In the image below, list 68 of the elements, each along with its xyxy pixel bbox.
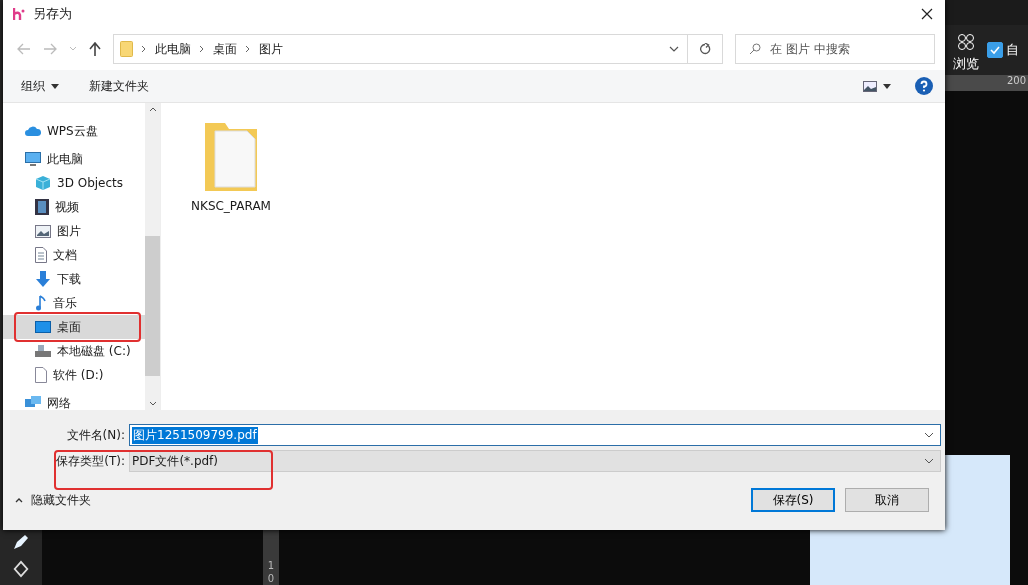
document-icon — [35, 247, 47, 263]
chevron-right-icon — [245, 45, 251, 53]
sidebar-item[interactable]: 此电脑 — [3, 147, 145, 171]
folder-icon — [120, 41, 133, 57]
monitor-icon — [25, 152, 41, 166]
new-folder-button[interactable]: 新建文件夹 — [89, 77, 149, 95]
music-note-icon — [35, 295, 47, 311]
sidebar-item[interactable]: 音乐 — [3, 291, 145, 315]
refresh-icon — [699, 43, 711, 55]
ruler-number: 0 — [267, 572, 275, 585]
cube-icon — [35, 175, 51, 191]
sidebar-item[interactable]: 下载 — [3, 267, 145, 291]
save-button[interactable]: 保存(S) — [751, 488, 835, 512]
help-icon[interactable] — [915, 77, 933, 95]
ruler-number: 200 — [1006, 75, 1026, 88]
film-icon — [35, 199, 49, 215]
chevron-right-icon — [141, 45, 147, 53]
pen-nib-icon — [11, 560, 31, 578]
chevron-down-icon[interactable] — [148, 401, 157, 406]
caret-down-icon[interactable] — [883, 83, 891, 89]
sidebar-item[interactable]: 视频 — [3, 195, 145, 219]
chevron-down-icon[interactable] — [669, 46, 679, 52]
checkbox[interactable] — [987, 42, 1003, 58]
chevron-up-icon — [15, 497, 23, 503]
drive-icon — [35, 345, 51, 357]
view-icon[interactable] — [863, 80, 877, 92]
address-bar[interactable]: 此电脑 桌面 图片 — [113, 34, 723, 64]
sidebar-item[interactable]: 桌面 — [3, 315, 145, 339]
monitor-icon — [35, 321, 51, 333]
chevron-right-icon — [199, 45, 205, 53]
scrollbar[interactable] — [145, 103, 160, 410]
cloud-icon — [25, 126, 41, 136]
chevron-down-icon[interactable] — [924, 458, 934, 464]
cancel-button[interactable]: 取消 — [845, 488, 929, 512]
caret-down-icon[interactable] — [51, 83, 59, 89]
organize-menu[interactable]: 组织 — [21, 77, 45, 95]
chevron-up-icon[interactable] — [148, 107, 157, 112]
window-title: 另存为 — [33, 5, 72, 23]
close-icon[interactable] — [921, 8, 933, 20]
folder-item[interactable]: NKSC_PARAM — [189, 121, 273, 213]
down-arrow-icon — [35, 271, 51, 287]
picture-icon — [35, 224, 51, 238]
file-name-field[interactable]: 图片1251509799.pdf — [129, 424, 941, 446]
app-logo-icon — [13, 7, 25, 21]
hide-folders-toggle[interactable]: 隐藏文件夹 — [15, 491, 91, 509]
breadcrumb-item[interactable]: 此电脑 — [155, 40, 191, 58]
search-field[interactable]: 在 图片 中搜索 — [735, 34, 935, 64]
ruler-number: 1 — [267, 559, 275, 572]
file-name-label: 文件名(N): — [65, 426, 125, 444]
sidebar-item[interactable]: WPS云盘 — [3, 119, 145, 143]
sidebar-item[interactable]: 软件 (D:) — [3, 363, 145, 387]
browse-label[interactable]: 浏览 — [953, 55, 979, 73]
sidebar-item[interactable]: 网络 — [3, 391, 145, 415]
breadcrumb-item[interactable]: 图片 — [259, 40, 283, 58]
file-type-dropdown[interactable]: PDF文件(*.pdf) — [129, 450, 941, 472]
sidebar-item[interactable]: 图片 — [3, 219, 145, 243]
network-icon — [25, 396, 41, 410]
up-arrow-icon[interactable] — [89, 42, 101, 56]
sidebar-item[interactable]: 文档 — [3, 243, 145, 267]
file-icon — [35, 367, 47, 383]
checkbox-label: 自 — [1006, 41, 1019, 59]
sidebar-item[interactable]: 3D Objects — [3, 171, 145, 195]
chevron-down-icon[interactable] — [924, 432, 934, 438]
grid-icon — [957, 33, 975, 51]
sidebar-item[interactable]: 本地磁盘 (C:) — [3, 339, 145, 363]
pen-icon — [11, 532, 31, 552]
breadcrumb-item[interactable]: 桌面 — [213, 40, 237, 58]
file-type-label: 保存类型(T): — [55, 452, 125, 470]
